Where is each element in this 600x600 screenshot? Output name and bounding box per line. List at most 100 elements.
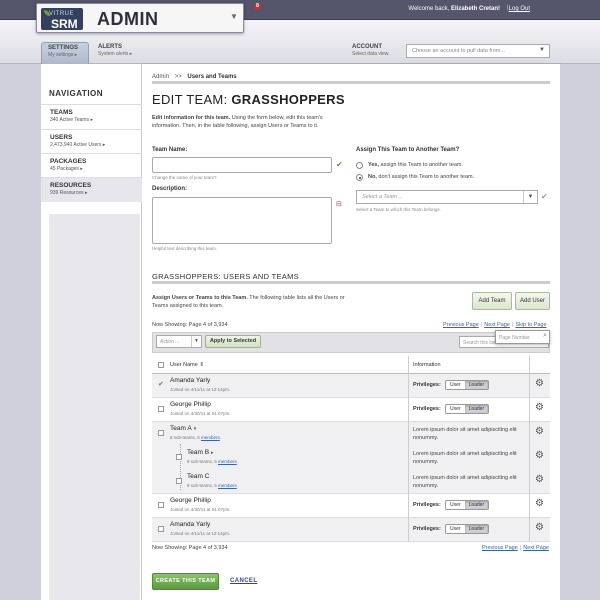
members-link[interactable]: members (201, 435, 220, 440)
team-name-input[interactable] (152, 157, 332, 173)
logout-link[interactable]: Log Out (509, 6, 530, 12)
row-checkbox[interactable] (158, 406, 164, 412)
gear-icon[interactable]: ⚙ (535, 450, 544, 461)
notification-badge[interactable]: 8 (254, 3, 261, 10)
radio-yes[interactable] (356, 162, 363, 169)
gear-icon[interactable]: ⚙ (535, 474, 544, 485)
description-hint: Helpful text describing this team. (152, 246, 218, 251)
sidebar-item-teams[interactable]: TEAMS 340 Active Teams ▸ (41, 104, 142, 129)
next-page-link[interactable]: Next Page (484, 322, 510, 328)
app-switcher[interactable]: VITRUE SRM ADMIN ▼ (36, 3, 244, 33)
privileges-toggle[interactable]: User Leader (445, 380, 490, 390)
sidebar-item-resources[interactable]: RESOURCES 939 Resources ▸ (41, 177, 142, 202)
radio-no[interactable] (356, 174, 363, 181)
breadcrumb-current[interactable]: Users and Teams (187, 74, 236, 80)
row-checkbox[interactable] (158, 502, 164, 508)
error-icon: ⊟ (336, 201, 342, 208)
column-divider (529, 356, 530, 542)
chevron-down-icon[interactable]: ▼ (230, 12, 238, 21)
row-subtext: 8 sub-teams, 6 members. (170, 435, 222, 440)
team-name[interactable]: Team A ▾ (170, 425, 196, 432)
row-checkbox[interactable] (158, 526, 164, 532)
next-page-link[interactable]: Next Page (523, 545, 549, 551)
column-user-name[interactable]: User Name ⇕ (170, 362, 204, 368)
privileges-toggle[interactable]: User Leader (445, 524, 490, 534)
gear-icon[interactable]: ⚙ (535, 426, 544, 437)
page-title: EDIT TEAM: GRASSHOPPERS (152, 92, 345, 107)
apply-button[interactable]: Apply to Selected (205, 335, 261, 348)
expand-icon[interactable]: ▸ (211, 450, 214, 456)
row-subtext: Joined on 4/11/11 at 12:14pm. (170, 531, 231, 536)
column-divider (408, 356, 409, 542)
row-subtext: 8 sub-teams, 6 members. (187, 459, 239, 464)
sidebar-panel (49, 214, 140, 600)
skip-to-page-link[interactable]: Skip to Page (515, 322, 546, 328)
pager: Previous Page | Next Page | Skip to Page (443, 322, 547, 328)
cancel-link[interactable]: CANCEL (230, 578, 257, 584)
row-subtext: Joined on 4/11/11 at 12:14pm. (170, 387, 231, 392)
add-user-button[interactable]: Add User (515, 292, 550, 310)
privileges-label: Privileges: (413, 382, 441, 388)
privileges-label: Privileges: (413, 502, 441, 508)
row-checkbox-checked[interactable]: ✔ (158, 380, 164, 388)
expand-icon[interactable]: ▾ (194, 426, 197, 432)
team-name[interactable]: Team B ▸ (187, 449, 214, 456)
chevron-down-icon: ▼ (539, 47, 545, 53)
add-team-button[interactable]: Add Team (472, 292, 512, 310)
create-team-button[interactable]: CREATE THIS TEAM (152, 573, 219, 590)
page-gutter (560, 64, 600, 600)
tab-alerts[interactable]: ALERTS System alerts ▸ (98, 44, 132, 57)
team-select-hint: Select a Team to which this Team belongs… (356, 207, 441, 212)
pager: Previous Page | Next Page (482, 545, 549, 551)
row-checkbox[interactable] (158, 430, 164, 436)
team-name[interactable]: Team C (187, 473, 209, 480)
row-subtext: Joined on 4/30/11 at 01:07pm. (170, 411, 231, 416)
members-link[interactable]: members (218, 459, 237, 464)
previous-page-link[interactable]: Previous Page (443, 322, 479, 328)
previous-page-link[interactable]: Previous Page (482, 545, 518, 551)
table-row (152, 398, 550, 422)
privileges-label: Privileges: (413, 406, 441, 412)
privileges-toggle[interactable]: User Leader (445, 500, 490, 510)
team-select[interactable]: Select a Team .. ▼ (356, 190, 538, 204)
row-subtext: 8 sub-teams, 6 members. (187, 483, 239, 488)
account-select[interactable]: Choose an account to pull data from... ▼ (406, 44, 550, 58)
privileges-toggle[interactable]: User Leader (445, 404, 490, 414)
table-row (152, 374, 550, 398)
tab-settings[interactable]: SETTINGS My settings ▸ (41, 42, 89, 64)
table-row (152, 494, 550, 518)
table-header (152, 356, 550, 374)
app-title: ADMIN (97, 9, 159, 29)
gear-icon[interactable]: ⚙ (535, 378, 544, 389)
table-row (152, 518, 550, 542)
sidebar-item-packages[interactable]: PACKAGES 45 Packages ▸ (41, 153, 142, 178)
description-label: Description: (152, 186, 188, 192)
section-description: Assign Users or Teams to this Team. The … (152, 295, 345, 309)
description-textarea[interactable] (152, 197, 332, 244)
team-name-hint: Change the name of your team? (152, 175, 217, 180)
team-name-label: Team Name: (152, 147, 188, 153)
gear-icon[interactable]: ⚙ (535, 402, 544, 413)
radio-yes-label: Yes, assign this Team to another team. (368, 162, 463, 168)
page-status: Now Showing: Page 4 of 3,934 (152, 545, 228, 551)
radio-no-label: No, don't assign this Team to another te… (368, 174, 475, 180)
breadcrumb: Admin >> Users and Teams (152, 74, 237, 80)
row-checkbox[interactable] (176, 478, 182, 484)
page-number-input[interactable]: Page Number ⌕ (495, 330, 550, 344)
gear-icon[interactable]: ⚙ (535, 522, 544, 533)
sidebar-item-users[interactable]: USERS 2,473,940 Active Users ▸ (41, 129, 142, 154)
breadcrumb-root[interactable]: Admin (152, 74, 169, 80)
action-select[interactable]: Action ... ▼ (156, 335, 202, 348)
search-icon[interactable]: ⌕ (543, 332, 547, 340)
gear-icon[interactable]: ⚙ (535, 498, 544, 509)
select-all-checkbox[interactable] (158, 362, 164, 368)
row-name: George Phillip (170, 401, 211, 408)
row-subtext: Joined on 4/30/11 at 01:07pm. (170, 507, 231, 512)
divider (152, 281, 550, 284)
members-link[interactable]: members (218, 483, 237, 488)
row-checkbox[interactable] (176, 454, 182, 460)
page-status: Now Showing: Page 4 of 3,934 (152, 322, 228, 328)
check-icon: ✔ (336, 160, 343, 169)
column-information: Information (413, 362, 441, 368)
assign-label: Assign This Team to Another Team? (356, 147, 460, 153)
